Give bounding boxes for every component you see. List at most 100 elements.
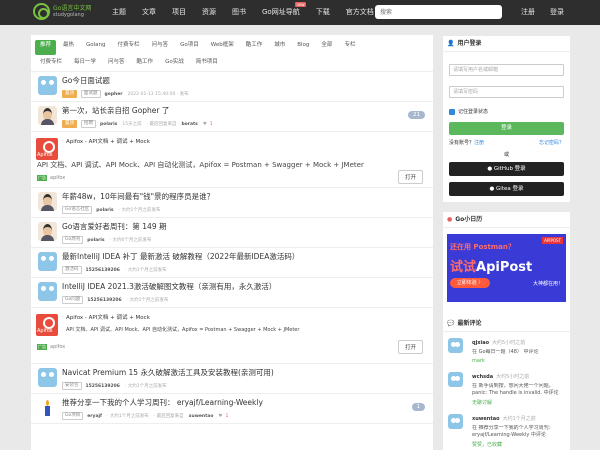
node-tag[interactable]: Go周刊 bbox=[62, 236, 84, 244]
topic-item[interactable]: Navicat Premium 15 永久破解激活工具及安装教程(亲测可用) 安… bbox=[31, 364, 433, 394]
site-logo[interactable]: Go语言中文网 studygolang bbox=[33, 2, 99, 23]
avatar[interactable] bbox=[448, 414, 463, 429]
node-tag[interactable]: Go项目 bbox=[62, 412, 84, 420]
topic-item[interactable]: IntelliJ IDEA 2021.3激活破解图文教程（亲测有用，永久激活） … bbox=[31, 278, 433, 308]
gitea-login-button[interactable]: ● Gitea 登录 bbox=[449, 182, 564, 196]
author[interactable]: eryajf bbox=[87, 414, 102, 419]
tab-go-projects[interactable]: Go项目 bbox=[175, 40, 204, 55]
author[interactable]: polaris bbox=[87, 238, 104, 243]
avatar[interactable] bbox=[38, 368, 57, 387]
tab-column[interactable]: 专栏 bbox=[339, 40, 360, 55]
author[interactable]: 15256139206 bbox=[86, 268, 120, 273]
nav-projects[interactable]: 项目 bbox=[164, 0, 194, 25]
avatar[interactable] bbox=[38, 222, 57, 241]
node-tag[interactable]: Go语言社区 bbox=[62, 206, 93, 214]
topic-title[interactable]: 年薪48w，10年间最有"钱"景的程序员是谁？ bbox=[62, 191, 214, 202]
apipost-banner[interactable]: APIPOST 还在用 Postman？ 试试ApiPost 立即体验 〉 大神… bbox=[447, 234, 566, 302]
reply-count-badge[interactable]: 21 bbox=[408, 111, 425, 119]
node-tag[interactable]: 激活码 bbox=[62, 266, 82, 274]
nav-articles[interactable]: 文章 bbox=[134, 0, 164, 25]
topic-item[interactable]: 第一次，站长亲自招 Gopher 了 置顶 招聘 polaris 15天之前 ·… bbox=[31, 102, 433, 132]
subtab-qa[interactable]: 问与答 bbox=[103, 57, 130, 72]
last-reply-user[interactable]: borats bbox=[181, 122, 197, 127]
comment-user[interactable]: qjxiao bbox=[472, 340, 489, 346]
comment-item[interactable]: wchsda 大约5小时之前 在 新手请到按，想问大佬一个问题，panic: Th… bbox=[443, 368, 570, 406]
topic-item[interactable]: 最新IntelliJ IDEA 补丁 最新激活 破解教程（2022年最新IDEA… bbox=[31, 248, 433, 278]
comment-text[interactable]: 在 新手请到按，想问大佬一个问题，panic: The handle is in… bbox=[472, 383, 566, 397]
node-tag[interactable]: Go问题 bbox=[62, 296, 84, 304]
ad-title[interactable]: Apifox - API文档 + 调试 + Mock bbox=[66, 137, 150, 145]
topic-title[interactable]: 推荐分享一下我的个人学习周刊： eryajf/Learning-Weekly bbox=[62, 397, 263, 408]
tab-hot[interactable]: 最热 bbox=[58, 40, 79, 55]
search-input[interactable] bbox=[375, 5, 502, 19]
tab-web-framework[interactable]: Web框架 bbox=[206, 40, 239, 55]
comment-user[interactable]: wchsda bbox=[472, 374, 493, 380]
comment-text[interactable]: 在 Go每日一题（48） 中评论 bbox=[472, 349, 566, 356]
comment-user[interactable]: xuwentao bbox=[472, 416, 500, 422]
author[interactable]: 15256139206 bbox=[86, 384, 120, 389]
topic-item[interactable]: 年薪48w，10年间最有"钱"景的程序员是谁？ Go语言社区 polaris ·… bbox=[31, 188, 433, 218]
avatar[interactable] bbox=[38, 398, 57, 417]
remember-me[interactable]: 记住登录状态 bbox=[449, 108, 488, 115]
like-icon[interactable]: ♥ bbox=[218, 414, 222, 419]
avatar[interactable] bbox=[448, 372, 463, 387]
last-reply-user[interactable]: xuwentao bbox=[189, 414, 214, 419]
topic-title[interactable]: Navicat Premium 15 永久破解激活工具及安装教程(亲测可用) bbox=[62, 367, 274, 378]
topic-title[interactable]: IntelliJ IDEA 2021.3激活破解图文教程（亲测有用，永久激活） bbox=[62, 281, 276, 292]
tab-blog[interactable]: Blog bbox=[292, 40, 314, 55]
topic-title[interactable]: Go今日面试题 bbox=[62, 75, 110, 86]
tab-city[interactable]: 城市 bbox=[269, 40, 290, 55]
avatar[interactable] bbox=[38, 106, 57, 125]
login-link[interactable]: 登录 bbox=[550, 0, 564, 25]
topic-item[interactable]: Go语言爱好者周刊：第 149 期 Go周刊 polaris · 大约6个月之前… bbox=[31, 218, 433, 248]
node-tag[interactable]: 面试题 bbox=[81, 90, 101, 98]
checkbox-checked-icon[interactable] bbox=[449, 108, 455, 115]
comment-text[interactable]: 在 推荐分享一下我的个人学习周刊： eryajf/Learning-Weekly… bbox=[472, 425, 566, 439]
tab-recommended[interactable]: 推荐 bbox=[35, 40, 57, 55]
ad-open-button[interactable]: 打开 bbox=[397, 170, 423, 184]
node-tag[interactable]: 招聘 bbox=[81, 120, 96, 128]
subtab-jianshu[interactable]: 简书项目 bbox=[191, 57, 223, 72]
author[interactable]: polaris bbox=[96, 208, 113, 213]
avatar[interactable] bbox=[38, 76, 57, 95]
author[interactable]: 15256139206 bbox=[87, 298, 121, 303]
avatar[interactable] bbox=[38, 252, 57, 271]
node-tag[interactable]: 安装包 bbox=[62, 382, 82, 390]
reply-count-badge[interactable]: 1 bbox=[411, 403, 425, 411]
subtab-jobs[interactable]: 酷工作 bbox=[132, 57, 159, 72]
register-link[interactable]: 注册 bbox=[474, 140, 484, 146]
tab-qa[interactable]: 问与答 bbox=[147, 40, 174, 55]
subtab-go-practice[interactable]: Go实战 bbox=[160, 57, 189, 72]
ad-block[interactable]: Apifox Apifox - API文档 + 调试 + Mock API 文档… bbox=[31, 308, 433, 364]
subtab-paid-column[interactable]: 付费专栏 bbox=[35, 57, 67, 72]
username-input[interactable]: 请填写用户名或邮箱 bbox=[449, 64, 564, 76]
comment-item[interactable]: qjxiao 大约5小时之前 在 Go每日一题（48） 中评论 mark bbox=[443, 334, 570, 371]
topic-title[interactable]: 最新IntelliJ IDEA 补丁 最新激活 破解教程（2022年最新IDEA… bbox=[62, 251, 299, 262]
nav-topics[interactable]: 主题 bbox=[104, 0, 134, 25]
nav-download[interactable]: 下载 bbox=[308, 0, 338, 25]
tab-all[interactable]: 全部 bbox=[316, 40, 337, 55]
topic-item[interactable]: Go今日面试题 置顶 面试题 gopher 2022-01-13 15:40:0… bbox=[31, 72, 433, 102]
nav-go-links[interactable]: Go网址导航 new bbox=[254, 0, 308, 25]
topic-item[interactable]: 推荐分享一下我的个人学习周刊： eryajf/Learning-Weekly G… bbox=[31, 394, 433, 424]
nav-books[interactable]: 图书 bbox=[224, 0, 254, 25]
ad-title[interactable]: Apifox - API文档 + 调试 + Mock bbox=[66, 313, 150, 321]
ad-open-button[interactable]: 打开 bbox=[397, 340, 423, 354]
github-login-button[interactable]: ● GitHub 登录 bbox=[449, 162, 564, 176]
avatar[interactable] bbox=[448, 338, 463, 353]
topic-title[interactable]: 第一次，站长亲自招 Gopher 了 bbox=[62, 105, 169, 116]
author[interactable]: polaris bbox=[100, 122, 117, 127]
banner-try-button[interactable]: 立即体验 〉 bbox=[450, 278, 490, 288]
forgot-password-link[interactable]: 忘记密码？ bbox=[539, 139, 564, 146]
comment-item[interactable]: xuwentao 大约1个月之前 在 推荐分享一下我的个人学习周刊： eryajf… bbox=[443, 410, 570, 448]
tab-paid-column[interactable]: 付费专栏 bbox=[113, 40, 145, 55]
tab-jobs[interactable]: 酷工作 bbox=[241, 40, 268, 55]
password-input[interactable]: 请填写密码 bbox=[449, 86, 564, 98]
like-icon[interactable]: ♥ bbox=[203, 122, 207, 127]
login-button[interactable]: 登录 bbox=[449, 122, 564, 135]
register-link[interactable]: 注册 bbox=[521, 0, 535, 25]
topic-title[interactable]: Go语言爱好者周刊：第 149 期 bbox=[62, 221, 166, 232]
avatar[interactable] bbox=[38, 192, 57, 211]
avatar[interactable] bbox=[38, 282, 57, 301]
subtab-daily[interactable]: 每日一学 bbox=[69, 57, 101, 72]
